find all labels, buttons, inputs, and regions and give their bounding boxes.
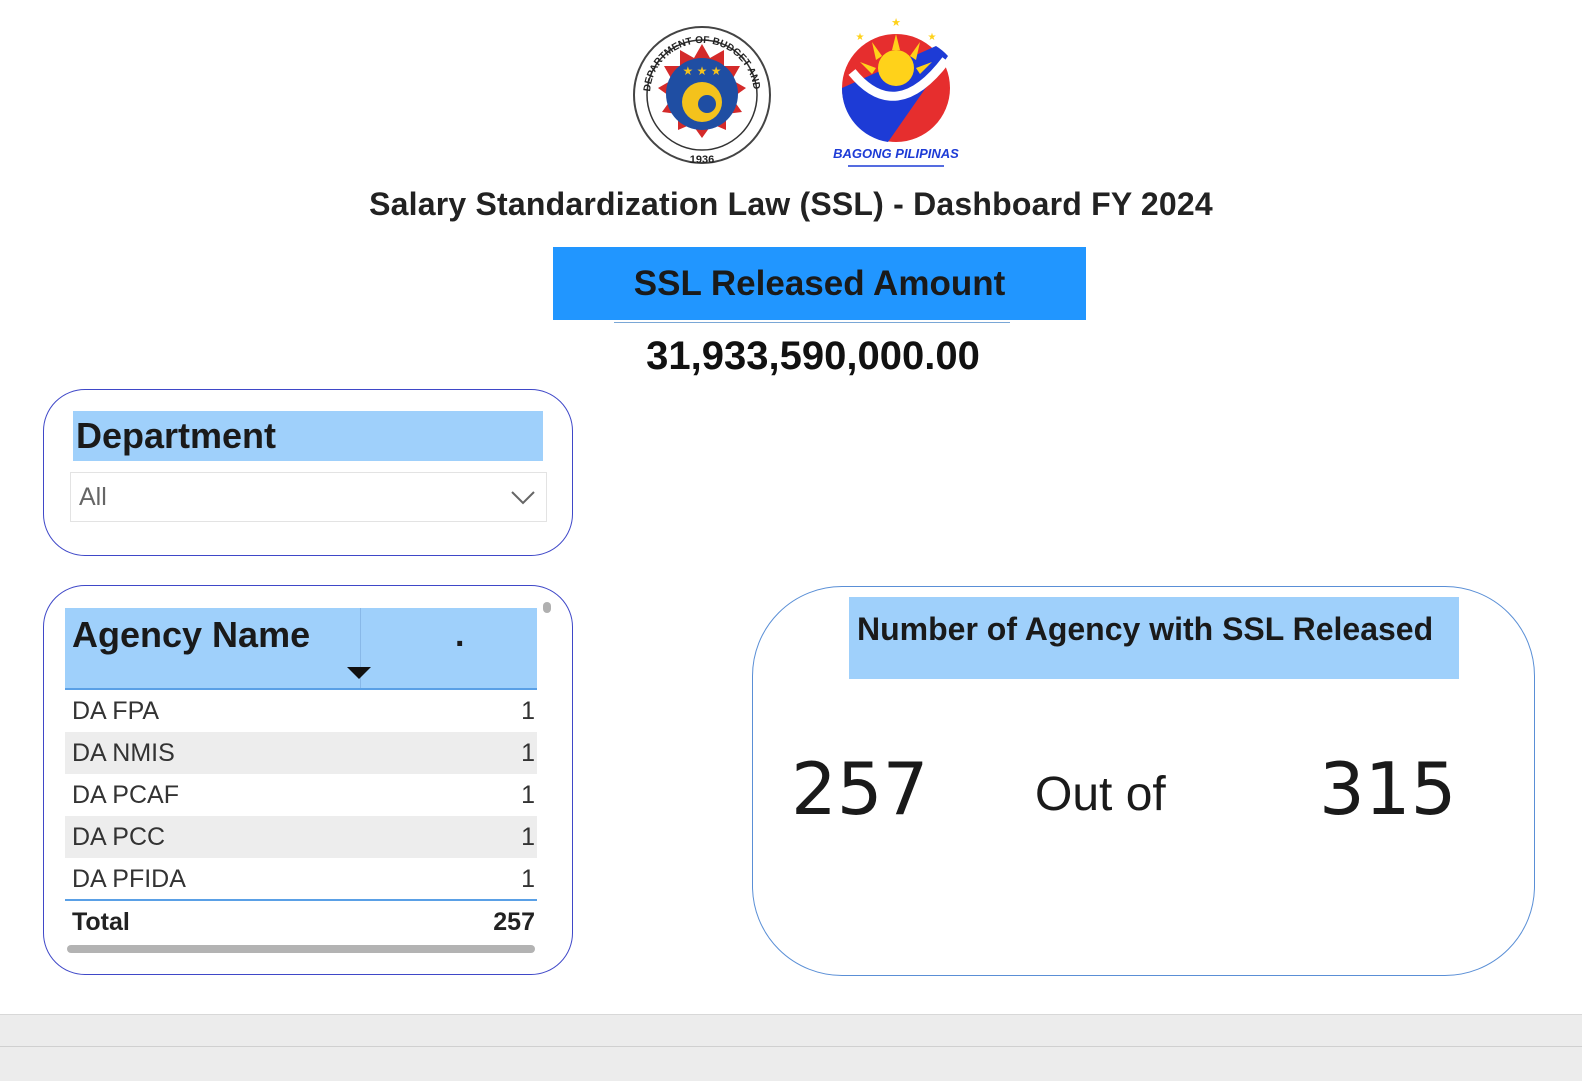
ssl-released-amount-header: SSL Released Amount (553, 247, 1086, 320)
agencies-total-count: 315 (1319, 747, 1457, 831)
total-value: 257 (493, 907, 535, 936)
svg-text:★ ★ ★: ★ ★ ★ (683, 64, 722, 78)
department-filter-label: Department (73, 411, 543, 461)
svg-text:★: ★ (928, 32, 937, 43)
department-dropdown[interactable]: All (70, 472, 547, 522)
agency-value-cell: 1 (521, 696, 535, 725)
out-of-label: Out of (1035, 768, 1166, 821)
table-header: Agency Name . (65, 608, 537, 690)
divider (614, 322, 1010, 323)
svg-text:★: ★ (856, 32, 865, 43)
svg-text:1936: 1936 (690, 154, 714, 166)
svg-text:★: ★ (891, 17, 901, 29)
agency-value-cell: 1 (521, 738, 535, 767)
column-header-value[interactable]: . (455, 616, 464, 655)
agency-name-cell: DA FPA (72, 696, 160, 725)
ssl-released-amount-value: 31,933,590,000.00 (646, 334, 980, 378)
table-row[interactable]: DA NMIS 1 (65, 732, 537, 774)
department-dropdown-value: All (79, 482, 107, 511)
column-header-agency-name[interactable]: Agency Name (72, 614, 310, 656)
total-label: Total (72, 907, 130, 936)
bagong-pilipinas-logo: ★ ★ ★ BAGONG PILIPINAS (833, 17, 959, 167)
agency-name-cell: DA PCAF (72, 780, 179, 809)
agency-name-cell: DA NMIS (72, 738, 175, 767)
sort-descending-icon[interactable] (347, 667, 371, 679)
agency-count-card: Number of Agency with SSL Released 257 O… (752, 586, 1535, 976)
table-body: DA FPA 1 DA NMIS 1 DA PCAF 1 DA PCC 1 DA… (65, 690, 537, 900)
vertical-scrollbar[interactable] (543, 602, 551, 613)
department-filter-card: Department All (43, 389, 573, 556)
agency-table-card: Agency Name . DA FPA 1 DA NMIS 1 DA PCAF… (43, 585, 573, 975)
agencies-released-count: 257 (791, 747, 929, 831)
svg-text:BAGONG PILIPINAS: BAGONG PILIPINAS (833, 146, 959, 161)
table-row[interactable]: DA PCAF 1 (65, 774, 537, 816)
chevron-down-icon (511, 491, 535, 505)
agency-value-cell: 1 (521, 780, 535, 809)
agency-value-cell: 1 (521, 822, 535, 851)
agency-name-cell: DA PFIDA (72, 864, 186, 893)
divider (0, 1046, 1582, 1047)
table-total-row: Total 257 (65, 901, 537, 943)
agency-count-label: Number of Agency with SSL Released (849, 597, 1459, 679)
agency-value-cell: 1 (521, 864, 535, 893)
horizontal-scrollbar[interactable] (67, 945, 535, 953)
footer-bar (0, 1014, 1582, 1081)
table-row[interactable]: DA PCC 1 (65, 816, 537, 858)
table-row[interactable]: DA PFIDA 1 (65, 858, 537, 900)
agency-name-cell: DA PCC (72, 822, 166, 851)
dashboard-title: Salary Standardization Law (SSL) - Dashb… (369, 186, 1213, 222)
dbm-seal-logo: DEPARTMENT OF BUDGET AND MANAGEMENT 1936… (632, 20, 771, 166)
table-row[interactable]: DA FPA 1 (65, 690, 537, 732)
